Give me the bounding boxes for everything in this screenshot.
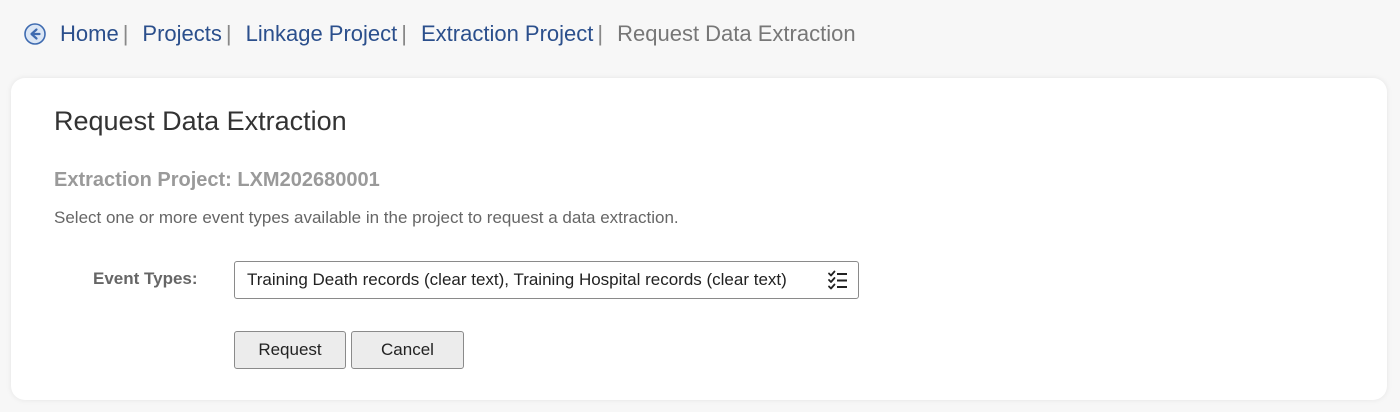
- extraction-project-heading: Extraction Project: LXM202680001: [54, 169, 380, 191]
- breadcrumb-separator: |: [225, 21, 232, 46]
- event-types-label: Event Types:: [93, 269, 198, 288]
- request-extraction-card: Request Data Extraction Extraction Proje…: [11, 78, 1387, 400]
- breadcrumb-extraction-project-link[interactable]: Extraction Project: [421, 21, 593, 47]
- breadcrumb-home-link[interactable]: Home: [60, 21, 119, 47]
- breadcrumb: Home | Projects | Linkage Project | Extr…: [24, 18, 856, 50]
- breadcrumb-separator: |: [597, 21, 604, 46]
- breadcrumb-separator: |: [401, 21, 407, 46]
- breadcrumb-current: Request Data Extraction: [617, 21, 856, 46]
- instructions-text: Select one or more event types available…: [54, 208, 679, 227]
- breadcrumb-projects-link[interactable]: Projects: [142, 21, 221, 47]
- breadcrumb-separator: |: [122, 21, 129, 46]
- checklist-icon[interactable]: [826, 268, 850, 292]
- event-types-multiselect[interactable]: Training Death records (clear text), Tra…: [234, 261, 859, 299]
- cancel-button[interactable]: Cancel: [351, 331, 464, 369]
- page-title: Request Data Extraction: [54, 106, 347, 136]
- breadcrumb-linkage-project-link[interactable]: Linkage Project: [246, 21, 398, 47]
- event-types-selected-value: Training Death records (clear text), Tra…: [247, 270, 787, 289]
- back-arrow-circle-icon[interactable]: [24, 23, 46, 45]
- request-button[interactable]: Request: [234, 331, 346, 369]
